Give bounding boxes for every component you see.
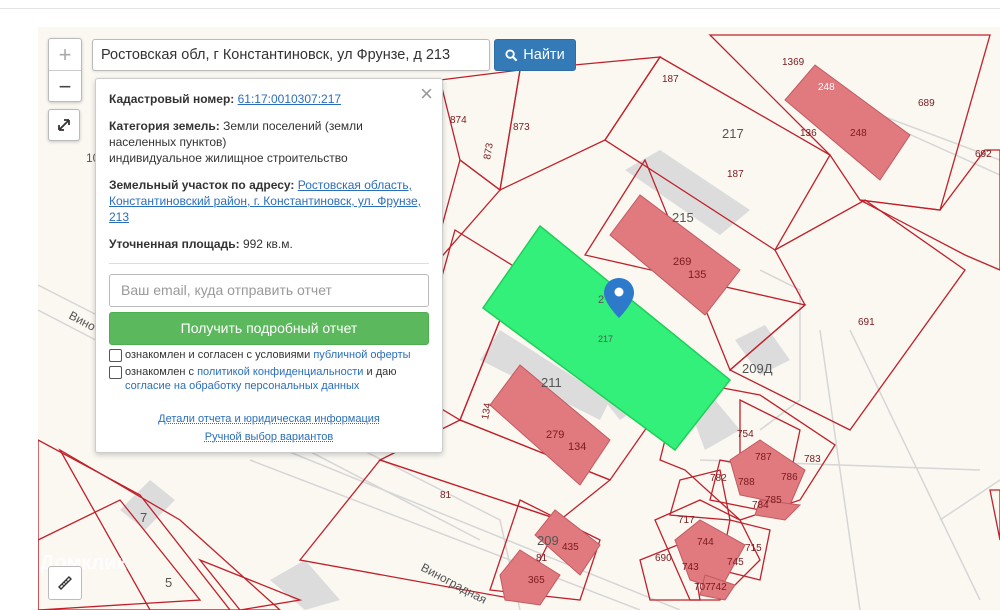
details-link[interactable]: Детали отчета и юридическая информация [158, 413, 380, 425]
offer-text: ознакомлен и согласен с условиями [125, 349, 311, 361]
close-icon[interactable]: × [420, 83, 433, 105]
offer-agreement-row: ознакомлен и согласен с условиями публич… [109, 348, 429, 362]
map-label: 782 [710, 473, 727, 484]
map-label: 744 [697, 537, 714, 548]
offer-checkbox[interactable] [109, 349, 122, 362]
zoom-in-button[interactable]: + [49, 39, 81, 71]
search-input[interactable]: Ростовская обл, г Константиновск, ул Фру… [92, 39, 490, 71]
find-button[interactable]: Найти [494, 39, 576, 71]
map-label: 873 [482, 142, 496, 161]
zoom-control: + − [48, 38, 82, 102]
map-label: 209Д [742, 361, 773, 376]
find-button-label: Найти [523, 47, 565, 63]
map-label: 743 [682, 562, 699, 573]
zoom-out-button[interactable]: − [49, 71, 81, 102]
divider [109, 263, 429, 264]
map-label: 215 [672, 210, 694, 225]
search-icon [505, 48, 518, 61]
map-label: 754 [737, 429, 754, 440]
map-label: 248 [850, 128, 867, 139]
cadastral-number-link[interactable]: 61:17:0010307:217 [238, 92, 341, 106]
map-label: 691 [858, 317, 875, 328]
map-label: 217 [722, 126, 744, 141]
map-label: 279 [546, 429, 564, 441]
map-label: 135 [688, 269, 706, 281]
address-label: Земельный участок по адресу: [109, 178, 295, 192]
map-label: 187 [727, 169, 744, 180]
usage-value: индивидуальное жилищное строительство [109, 151, 348, 165]
map-label: 209 [537, 533, 559, 548]
consent-link[interactable]: согласие на обработку персональных данны… [125, 380, 359, 392]
map-label: 217 [598, 334, 613, 344]
details-links: Детали отчета и юридическая информация [96, 413, 442, 425]
map-label: 788 [738, 477, 755, 488]
category-label: Категория земель: [109, 119, 220, 133]
area-value: 992 кв.м. [242, 237, 293, 251]
map-label: 187 [662, 74, 679, 85]
area-label: Уточненная площадь: [109, 237, 240, 251]
map-label: 689 [918, 98, 935, 109]
offer-link[interactable]: публичной оферты [313, 349, 410, 361]
map-label: 134 [568, 441, 586, 453]
fullscreen-button[interactable] [48, 109, 80, 141]
map-label: 874 [450, 115, 467, 126]
manual-links: Ручной выбор вариантов [96, 431, 442, 443]
map-label: 745 [727, 557, 744, 568]
cadastral-number-row: Кадастровый номер: 61:17:0010307:217 [109, 91, 429, 107]
map-label: 707 [694, 582, 711, 593]
map-label: 269 [673, 256, 691, 268]
map-label: 81 [440, 490, 452, 501]
map-label: 365 [528, 575, 545, 586]
street-label: Вино [67, 308, 99, 334]
privacy-text: ознакомлен с [125, 366, 195, 378]
privacy-agreement-row: ознакомлен с политикой конфиденциальност… [109, 365, 429, 393]
map-label: 787 [755, 452, 772, 463]
land-category-row: Категория земель: Земли поселений (земли… [109, 118, 429, 166]
address-row: Земельный участок по адресу: Ростовская … [109, 177, 429, 225]
map-label: 717 [678, 515, 695, 526]
area-row: Уточненная площадь: 992 кв.м. [109, 236, 429, 252]
map-label: 211 [541, 375, 562, 390]
map-label: 786 [781, 472, 798, 483]
email-input[interactable]: Ваш email, куда отправить отчет [109, 274, 429, 307]
privacy-mid-text: и даю [366, 366, 397, 378]
map-label: 690 [655, 553, 672, 564]
manual-selection-link[interactable]: Ручной выбор вариантов [205, 431, 333, 443]
privacy-checkbox[interactable] [109, 366, 122, 379]
cadastral-label: Кадастровый номер: [109, 92, 235, 106]
map-label: 873 [513, 122, 530, 133]
ruler-button[interactable] [48, 566, 82, 600]
map-label: 248 [818, 82, 835, 93]
ruler-icon [58, 576, 72, 590]
map-label: 435 [562, 542, 579, 553]
map-label: 1369 [782, 57, 805, 68]
map-label: 715 [745, 543, 762, 554]
map-label: 784 [752, 500, 769, 511]
privacy-link[interactable]: политикой конфиденциальности [197, 366, 363, 378]
get-report-button[interactable]: Получить подробный отчет [109, 312, 429, 345]
map-label: 692 [975, 149, 992, 160]
expand-icon [58, 119, 70, 131]
map-label: 81 [536, 553, 548, 564]
map-label: 2 [598, 294, 604, 306]
map-label: 742 [710, 582, 727, 593]
map-label: 783 [804, 454, 821, 465]
map-label: 5 [165, 575, 172, 590]
map-label: 136 [800, 128, 817, 139]
top-bar [0, 0, 1000, 9]
map-label: 7 [140, 510, 147, 525]
map-label: 134 [480, 402, 494, 421]
parcel-info-panel: × Кадастровый номер: 61:17:0010307:217 К… [95, 78, 443, 453]
